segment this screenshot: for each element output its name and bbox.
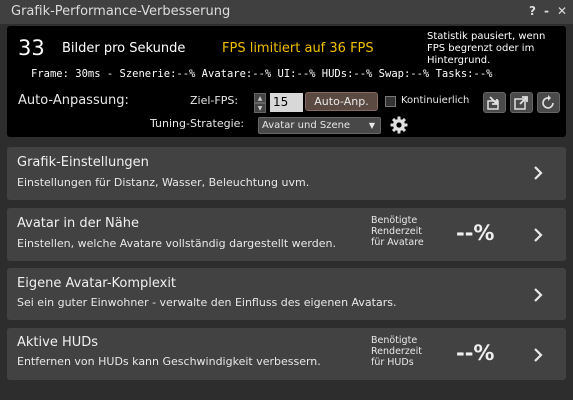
render-time-label: Benötigte Renderzeit für HUDs [371, 335, 423, 368]
continuous-label: Kontinuierlich [401, 95, 470, 106]
graphics-settings-panel[interactable]: Grafik-Einstellungen Einstellungen für D… [7, 147, 566, 200]
chevron-down-icon: ▼ [368, 121, 375, 130]
minimize-icon[interactable]: - [544, 4, 549, 18]
refresh-button[interactable] [537, 92, 560, 113]
panel-description: Entfernen von HUDs kann Geschwindigkeit … [17, 355, 321, 368]
panel-title: Aktive HUDs [17, 335, 99, 350]
chevron-right-icon[interactable] [533, 288, 543, 302]
target-fps-label: Ziel-FPS: [190, 94, 239, 107]
fps-limit-text: FPS limitiert auf 36 FPS [222, 41, 374, 56]
target-fps-input[interactable]: 15 [270, 93, 303, 112]
target-fps-spinner: ▲ ▼ [254, 93, 268, 114]
continuous-checkbox[interactable] [385, 96, 396, 107]
panel-description: Sei ein guter Einwohner - verwalte den E… [17, 296, 397, 309]
window-title: Grafik-Performance-Verbesserung [11, 4, 231, 19]
chevron-right-icon[interactable] [533, 166, 543, 180]
tuning-strategy-value: Avatar und Szene [262, 120, 351, 131]
export-button[interactable] [483, 92, 506, 113]
fps-label: Bilder pro Sekunde [62, 41, 186, 56]
panel-title: Grafik-Einstellungen [17, 155, 149, 170]
auto-tune-label: Auto-Anpassung: [18, 93, 129, 108]
stats-paused-note: Statistik pausiert, wenn FPS begrenzt od… [427, 31, 546, 66]
tuning-strategy-label: Tuning-Strategie: [150, 117, 245, 130]
frame-breakdown: Frame: 30ms - Szenerie:--% Avatare:--% U… [31, 68, 493, 80]
title-bar: Grafik-Performance-Verbesserung ? - ✕ [0, 0, 573, 24]
chevron-right-icon[interactable] [533, 348, 543, 362]
panel-description: Einstellen, welche Avatare vollständig d… [17, 237, 336, 250]
refresh-icon [542, 95, 554, 109]
render-time-value: --% [456, 341, 495, 365]
chevron-right-icon[interactable] [533, 228, 543, 242]
render-time-value: --% [456, 221, 495, 245]
fps-value: 33 [18, 36, 45, 60]
spinner-down-icon[interactable]: ▼ [254, 103, 266, 113]
panel-description: Einstellungen für Distanz, Wasser, Beleu… [17, 176, 310, 189]
panel-title: Avatar in der Nähe [17, 216, 139, 231]
active-huds-panel[interactable]: Aktive HUDs Entfernen von HUDs kann Gesc… [7, 328, 566, 380]
tuning-strategy-select[interactable]: Avatar und Szene ▼ [258, 117, 381, 134]
render-time-label: Benötigte Renderzeit für Avatare [371, 215, 424, 248]
auto-tune-button[interactable]: Auto-Anp. [305, 92, 378, 111]
close-icon[interactable]: ✕ [557, 4, 567, 18]
gear-icon[interactable] [390, 116, 408, 134]
help-icon[interactable]: ? [529, 4, 536, 18]
popout-button[interactable] [510, 92, 533, 113]
popout-icon [514, 96, 528, 110]
export-icon [487, 96, 499, 110]
nearby-avatars-panel[interactable]: Avatar in der Nähe Einstellen, welche Av… [7, 208, 566, 261]
statistics-panel: 33 Bilder pro Sekunde FPS limitiert auf … [7, 26, 566, 137]
panel-title: Eigene Avatar-Komplexit [17, 276, 177, 291]
own-avatar-complexity-panel[interactable]: Eigene Avatar-Komplexit Sei ein guter Ei… [7, 268, 566, 320]
spinner-up-icon[interactable]: ▲ [254, 93, 266, 103]
